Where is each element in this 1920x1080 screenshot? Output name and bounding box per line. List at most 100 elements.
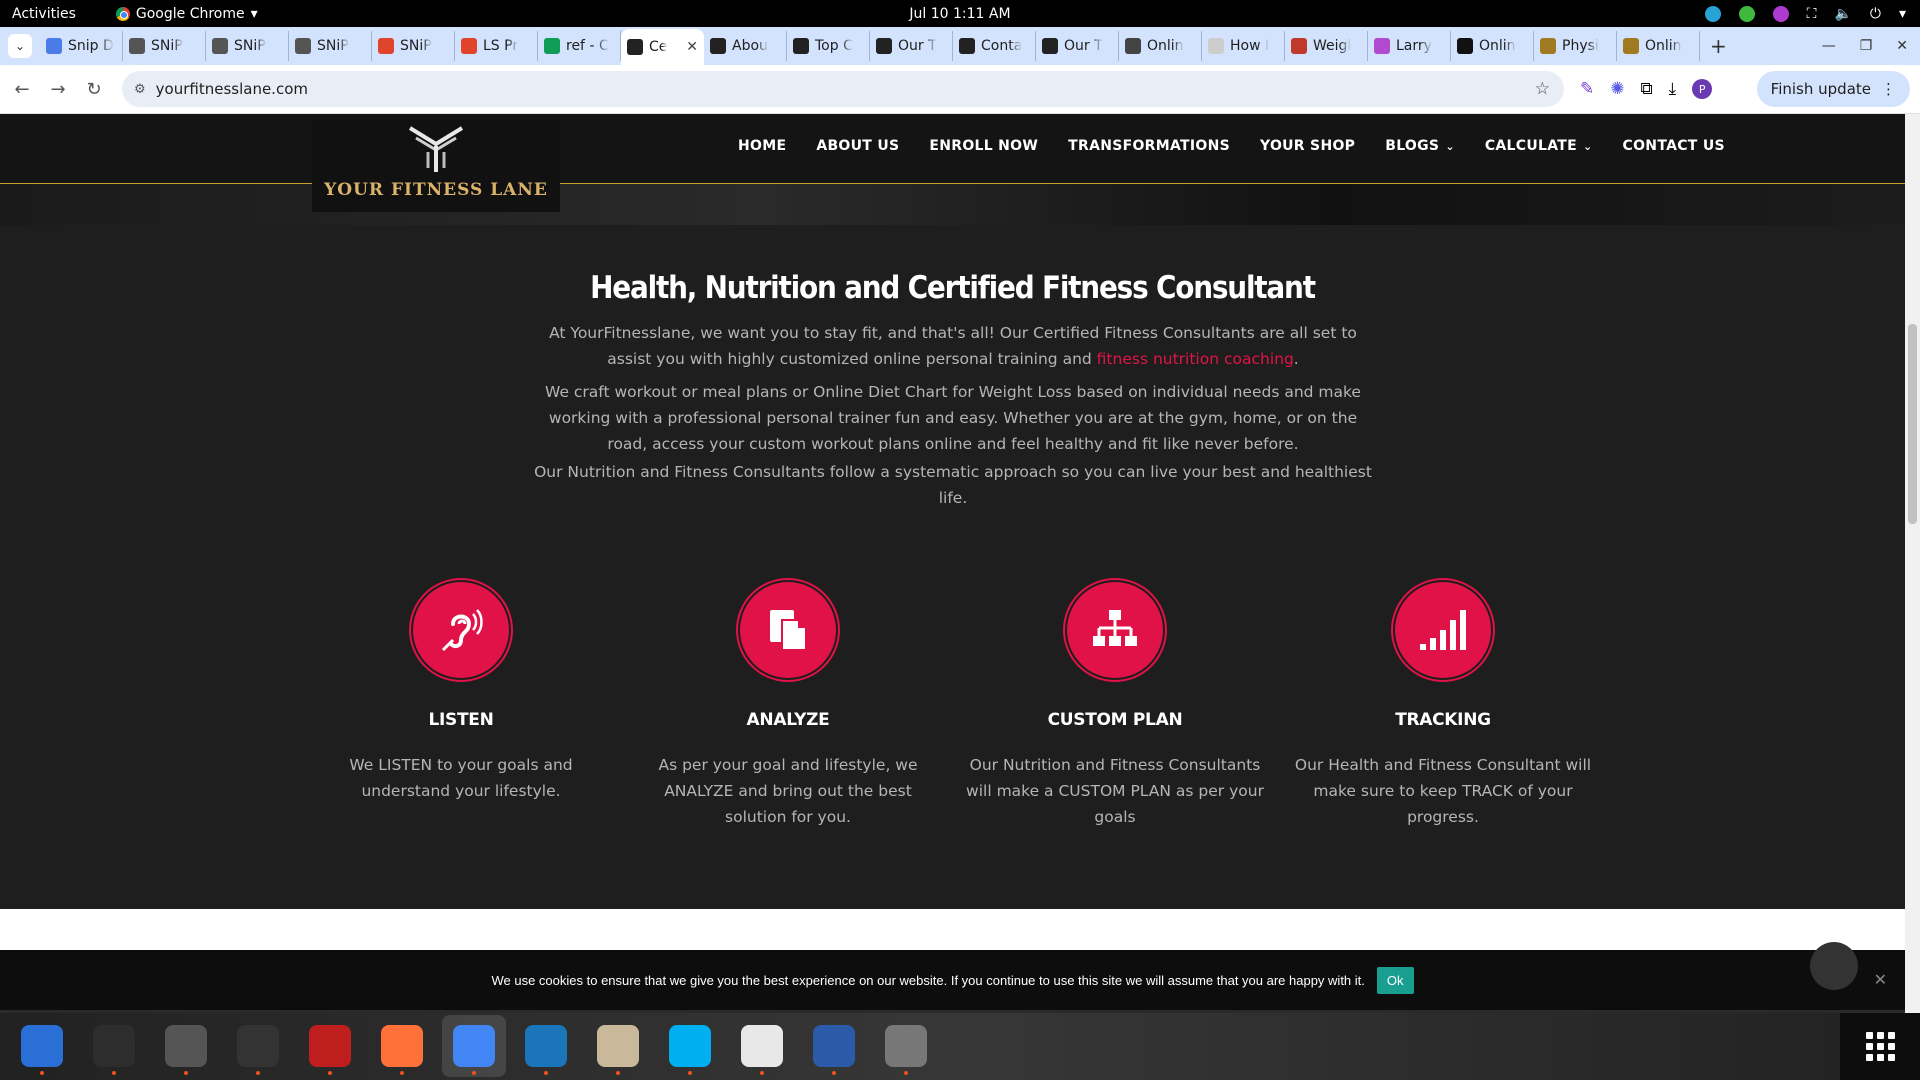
running-indicator — [112, 1071, 116, 1075]
browser-tab[interactable]: SNiP — [123, 31, 206, 61]
dock-system-monitor[interactable] — [226, 1015, 290, 1077]
tab-title: SNiP — [151, 38, 183, 54]
cookie-ok-button[interactable]: Ok — [1376, 966, 1414, 994]
network-icon[interactable]: ⛶ — [1807, 6, 1817, 22]
browser-tab[interactable]: Onlin — [1451, 31, 1534, 61]
dock-calculator[interactable] — [154, 1015, 218, 1077]
address-bar[interactable]: ⚙ yourfitnesslane.com ☆ — [122, 71, 1564, 107]
dock-chrome[interactable] — [442, 1015, 506, 1077]
extensions-puzzle-icon[interactable]: ⧉ — [1641, 79, 1653, 99]
download-icon[interactable]: ⤓ — [1669, 79, 1677, 99]
site-info-icon[interactable]: ⚙ — [134, 82, 146, 97]
nav-item-label: ABOUT US — [816, 138, 900, 154]
dock-files[interactable] — [586, 1015, 650, 1077]
site-logo[interactable]: YOUR FITNESS LANE — [312, 120, 560, 212]
app-menu[interactable]: Google Chrome ▾ — [115, 5, 258, 22]
dock-thunderbird[interactable] — [10, 1015, 74, 1077]
cookie-close-icon[interactable]: ✕ — [1874, 970, 1887, 989]
restore-icon[interactable]: ❐ — [1860, 38, 1873, 54]
nav-item-contact-us[interactable]: CONTACT US — [1623, 138, 1725, 154]
minimize-icon[interactable]: — — [1822, 38, 1836, 54]
nav-item-blogs[interactable]: BLOGS ⌄ — [1385, 138, 1455, 154]
fitness-nutrition-coaching-link[interactable]: fitness nutrition coaching — [1097, 350, 1294, 368]
bookmark-star-icon[interactable]: ☆ — [1535, 79, 1550, 99]
feature-analyze: ANALYZE As per your goal and lifestyle, … — [638, 580, 938, 830]
browser-tab[interactable]: Top C — [787, 31, 870, 61]
tab-favicon-icon — [1291, 38, 1307, 54]
nav-item-enroll-now[interactable]: ENROLL NOW — [929, 138, 1038, 154]
reload-icon[interactable]: ↻ — [76, 79, 112, 100]
browser-tab[interactable]: Onlin — [1617, 31, 1700, 61]
tab-search-button[interactable]: ⌄ — [8, 34, 32, 58]
nav-item-label: BLOGS — [1385, 138, 1440, 154]
browser-tab[interactable]: Our T — [870, 31, 953, 61]
running-indicator — [760, 1071, 764, 1075]
browser-tab[interactable]: SNiP — [289, 31, 372, 61]
forward-arrow-icon[interactable]: → — [40, 79, 76, 100]
dock-text-editor[interactable] — [730, 1015, 794, 1077]
dock-vscode[interactable] — [514, 1015, 578, 1077]
browser-tab[interactable]: Physi — [1534, 31, 1617, 61]
scroll-to-top-button[interactable] — [1810, 942, 1858, 990]
system-tray[interactable]: ⛶ 🔈 ⏻ ▾ — [1704, 5, 1906, 22]
chevron-down-icon[interactable]: ⌄ — [1583, 140, 1593, 153]
tab-title: ref - C — [566, 38, 609, 54]
nav-item-your-shop[interactable]: YOUR SHOP — [1260, 138, 1355, 154]
browser-tab[interactable]: SNiP — [372, 31, 455, 61]
nav-item-transformations[interactable]: TRANSFORMATIONS — [1068, 138, 1230, 154]
chevron-down-icon[interactable]: ⌄ — [1445, 140, 1455, 153]
browser-tab[interactable]: Larry — [1368, 31, 1451, 61]
browser-tab[interactable]: ref - C — [538, 31, 621, 61]
running-indicator — [256, 1071, 260, 1075]
back-arrow-icon[interactable]: ← — [4, 79, 40, 100]
browser-tab[interactable]: SNiP — [206, 31, 289, 61]
nav-item-label: TRANSFORMATIONS — [1068, 138, 1230, 154]
volume-icon[interactable]: 🔈 — [1834, 6, 1851, 22]
feature-description: Our Health and Fitness Consultant will m… — [1294, 756, 1592, 826]
app-menu-label: Google Chrome — [135, 5, 245, 22]
tab-favicon-icon — [959, 38, 975, 54]
tab-favicon-icon — [129, 38, 145, 54]
shield-check-icon[interactable] — [1738, 5, 1755, 22]
dock-filezilla[interactable] — [298, 1015, 362, 1077]
browser-tab[interactable]: Our T — [1036, 31, 1119, 61]
dock-libreoffice-writer[interactable] — [802, 1015, 866, 1077]
browser-tab[interactable]: LS Pr — [455, 31, 538, 61]
tab-title: SNiP — [234, 38, 266, 54]
pen-extension-icon[interactable]: ✎ — [1580, 79, 1594, 99]
browser-tab[interactable]: Onlin — [1119, 31, 1202, 61]
browser-tab[interactable]: Conta — [953, 31, 1036, 61]
gear-extension-icon[interactable]: ✺ — [1610, 79, 1624, 99]
browser-tab[interactable]: Ce ✕ — [621, 29, 704, 65]
new-tab-button[interactable]: + — [1710, 34, 1727, 58]
dock-firefox[interactable] — [370, 1015, 434, 1077]
dock — [0, 1013, 1920, 1080]
chevron-down-icon[interactable]: ▾ — [1899, 6, 1906, 22]
nav-item-calculate[interactable]: CALCULATE ⌄ — [1485, 138, 1593, 154]
sync-icon[interactable] — [1704, 5, 1721, 22]
browser-tab[interactable]: Snip D — [40, 31, 123, 61]
clock[interactable]: Jul 10 1:11 AM — [909, 6, 1010, 22]
dock-items — [10, 1015, 938, 1077]
power-icon[interactable]: ⏻ — [1870, 6, 1881, 22]
nav-item-about-us[interactable]: ABOUT US — [816, 138, 899, 154]
url-text[interactable]: yourfitnesslane.com — [156, 80, 308, 98]
page-scrollbar[interactable] — [1905, 114, 1920, 1013]
tab-close-icon[interactable]: ✕ — [686, 39, 698, 55]
tab-title: Onlin — [1147, 38, 1184, 54]
profile-avatar[interactable]: P — [1692, 79, 1713, 99]
dock-disk-utility[interactable] — [874, 1015, 938, 1077]
close-window-icon[interactable]: ✕ — [1896, 38, 1908, 54]
dock-skype[interactable] — [658, 1015, 722, 1077]
browser-tab[interactable]: Weigl — [1285, 31, 1368, 61]
finish-update-button[interactable]: Finish update ⋮ — [1756, 71, 1910, 107]
extension-tray-icon[interactable] — [1772, 5, 1789, 22]
show-apps-grid-icon[interactable] — [1840, 1013, 1920, 1080]
nav-item-home[interactable]: HOME — [738, 138, 786, 154]
scrollbar-thumb[interactable] — [1908, 324, 1917, 524]
browser-tab[interactable]: Abou — [704, 31, 787, 61]
browser-tab[interactable]: How I — [1202, 31, 1285, 61]
activities-button[interactable]: Activities — [12, 6, 76, 22]
running-indicator — [832, 1071, 836, 1075]
dock-terminal[interactable] — [82, 1015, 146, 1077]
